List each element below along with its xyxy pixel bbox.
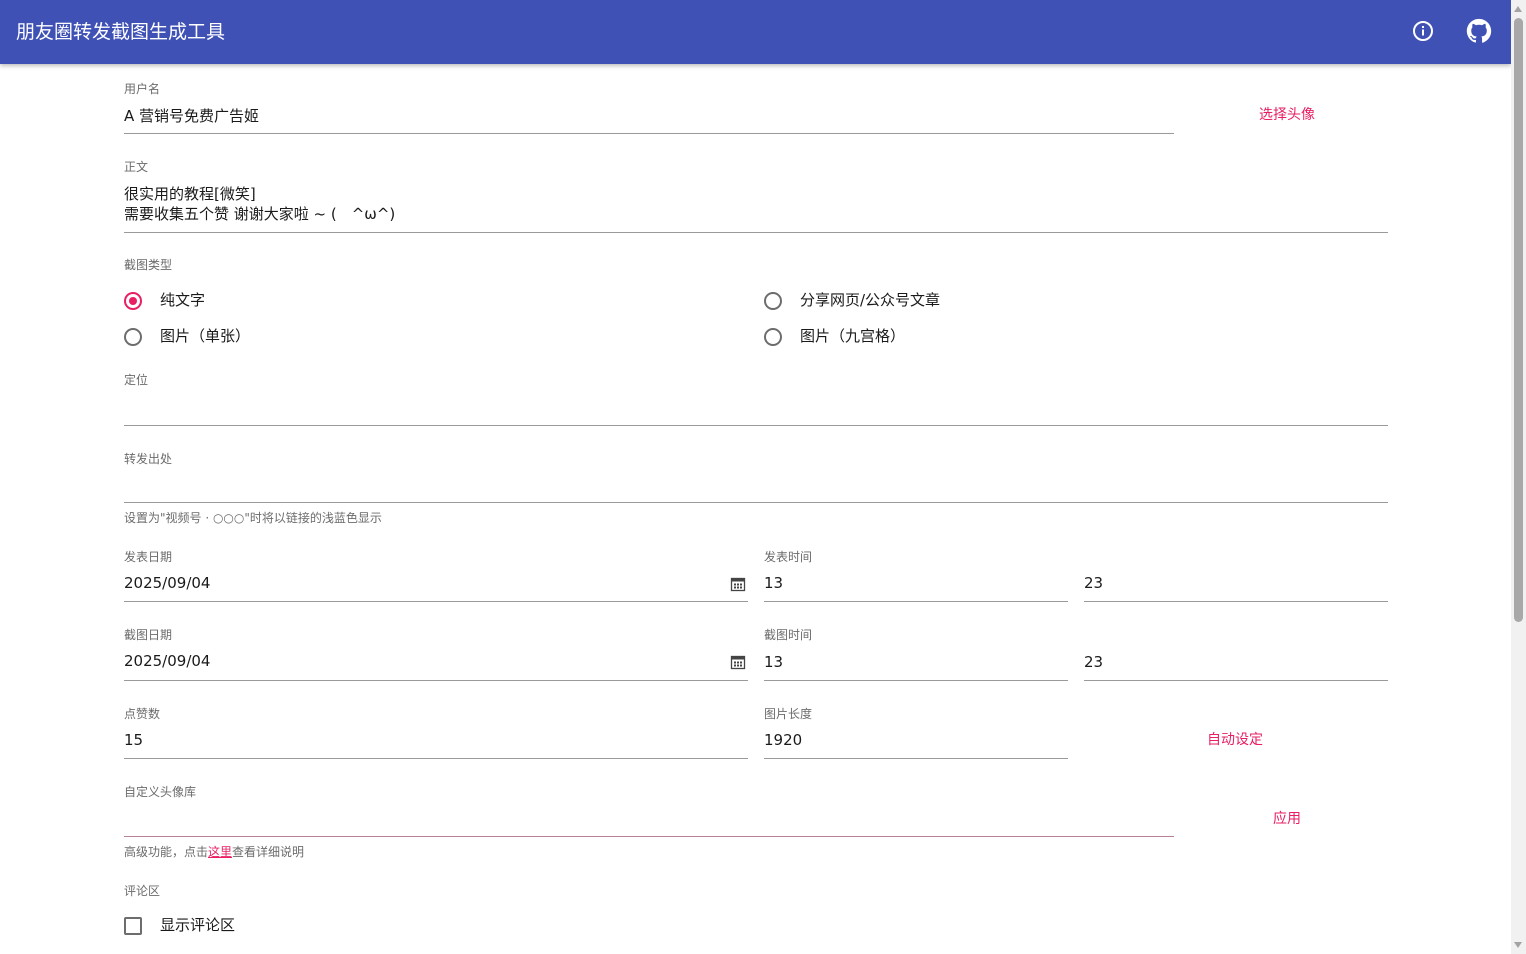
- avatar-lib-label: 自定义头像库: [124, 785, 197, 799]
- post-date-calendar-icon[interactable]: [730, 576, 746, 592]
- post-minute-input[interactable]: 23: [1084, 573, 1103, 593]
- post-time-label: 发表时间: [764, 550, 813, 564]
- radio-nine-grid[interactable]: [764, 328, 782, 346]
- content-line-2[interactable]: 需要收集五个赞 谢谢大家啦 ~ ( ^ω^): [124, 204, 395, 224]
- shot-date-input[interactable]: 2025/09/04: [124, 651, 210, 671]
- scroll-up-arrow-icon[interactable]: [1514, 6, 1522, 12]
- image-length-label: 图片长度: [764, 707, 813, 721]
- image-length-underline: [764, 758, 1068, 759]
- show-comments-label[interactable]: 显示评论区: [160, 915, 235, 935]
- scroll-down-arrow-icon[interactable]: [1514, 942, 1522, 948]
- avatar-lib-helper: 高级功能，点击这里查看详细说明: [124, 845, 304, 859]
- radio-plain-text-label[interactable]: 纯文字: [160, 290, 205, 310]
- post-date-input[interactable]: 2025/09/04: [124, 573, 210, 593]
- content-line-1[interactable]: 很实用的教程[微笑]: [124, 184, 256, 204]
- screenshot-type-label: 截图类型: [124, 258, 173, 272]
- avatar-lib-input[interactable]: [124, 806, 1174, 836]
- likes-label: 点赞数: [124, 707, 161, 721]
- post-date-underline: [124, 601, 748, 602]
- info-icon[interactable]: [1410, 18, 1436, 44]
- forward-source-helper: 设置为"视频号 · ○○○"时将以链接的浅蓝色显示: [124, 511, 382, 525]
- shot-minute-input[interactable]: 23: [1084, 652, 1103, 672]
- shot-time-label: 截图时间: [764, 628, 813, 642]
- forward-source-input[interactable]: [124, 472, 1388, 502]
- post-minute-underline: [1084, 601, 1388, 602]
- apply-button[interactable]: 应用: [1273, 810, 1301, 828]
- shot-date-calendar-icon[interactable]: [730, 654, 746, 670]
- radio-nine-grid-label[interactable]: 图片（九宫格）: [800, 326, 905, 346]
- post-date-label: 发表日期: [124, 550, 173, 564]
- post-hour-underline: [764, 601, 1068, 602]
- likes-input[interactable]: 15: [124, 730, 143, 750]
- shot-hour-underline: [764, 680, 1068, 681]
- shot-hour-input[interactable]: 13: [764, 652, 783, 672]
- choose-avatar-button[interactable]: 选择头像: [1259, 106, 1315, 124]
- scrollbar-thumb[interactable]: [1514, 18, 1523, 622]
- forward-source-underline: [124, 502, 1388, 503]
- location-input[interactable]: [124, 395, 1388, 425]
- content-underline: [124, 232, 1388, 233]
- location-underline: [124, 425, 1388, 426]
- radio-share-article[interactable]: [764, 292, 782, 310]
- image-length-input[interactable]: 1920: [764, 730, 802, 750]
- avatar-lib-helper-suffix: 查看详细说明: [232, 845, 305, 859]
- shot-minute-underline: [1084, 680, 1388, 681]
- avatar-lib-help-link[interactable]: 这里: [208, 845, 232, 859]
- username-input[interactable]: A 营销号免费广告姬: [124, 106, 259, 126]
- radio-share-article-label[interactable]: 分享网页/公众号文章: [800, 290, 940, 310]
- forward-source-label: 转发出处: [124, 452, 173, 466]
- page-scrollbar[interactable]: [1511, 0, 1526, 954]
- avatar-lib-helper-prefix: 高级功能，点击: [124, 845, 209, 859]
- show-comments-checkbox[interactable]: [124, 917, 142, 935]
- location-label: 定位: [124, 373, 149, 387]
- radio-single-image[interactable]: [124, 328, 142, 346]
- content-label: 正文: [124, 160, 149, 174]
- radio-plain-text[interactable]: [124, 292, 142, 310]
- post-hour-input[interactable]: 13: [764, 573, 783, 593]
- username-label: 用户名: [124, 82, 161, 96]
- avatar-lib-underline: [124, 836, 1174, 837]
- likes-underline: [124, 758, 748, 759]
- comments-label: 评论区: [124, 884, 161, 898]
- github-icon[interactable]: [1466, 18, 1492, 44]
- app-title: 朋友圈转发截图生成工具: [16, 21, 226, 43]
- shot-date-label: 截图日期: [124, 628, 173, 642]
- username-underline: [124, 133, 1174, 134]
- app-bar: 朋友圈转发截图生成工具: [0, 0, 1511, 64]
- shot-date-underline: [124, 680, 748, 681]
- auto-set-button[interactable]: 自动设定: [1207, 731, 1263, 749]
- radio-single-image-label[interactable]: 图片（单张）: [160, 326, 250, 346]
